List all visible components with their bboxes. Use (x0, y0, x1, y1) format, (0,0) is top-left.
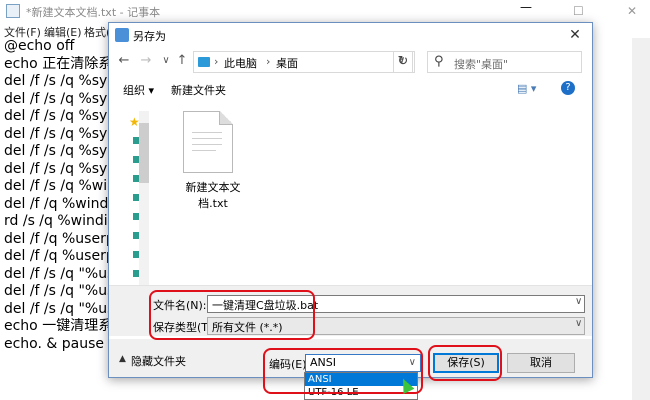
organize-button[interactable]: 组织 ▾ (123, 82, 154, 98)
help-icon[interactable]: ? (561, 81, 575, 95)
close-icon[interactable]: ✕ (564, 25, 586, 45)
dialog-toolbar: 组织 ▾ 新建文件夹 ▤ ▾ ? (109, 79, 592, 101)
forward-icon[interactable]: → (137, 52, 155, 70)
hide-folders-toggle[interactable]: 隐藏文件夹 (131, 353, 186, 369)
notepad-titlebar: *新建文本文档.txt - 记事本 — ☐ ✕ (0, 0, 650, 23)
path-separator: › (266, 55, 271, 68)
filename-panel: 文件名(N): 一键清理C盘垃圾.bat ∨ 保存类型(T): 所有文件 (*.… (109, 285, 592, 336)
close-icon[interactable]: ✕ (627, 4, 637, 18)
save-type-dropdown-icon[interactable]: ∨ (575, 318, 582, 329)
save-type-select[interactable]: 所有文件 (*.*) (207, 317, 585, 335)
filename-label: 文件名(N): (153, 299, 207, 312)
file-name: 新建文本文档.txt (185, 181, 241, 210)
navigation-bar: ← → ∨ ↑ › 此电脑 › 桌面 ∨ ↻ ⚲ 搜索"桌面" (109, 49, 592, 75)
notepad-scrollbar[interactable] (632, 38, 650, 400)
dialog-title: 另存为 (133, 30, 166, 43)
search-box[interactable]: ⚲ 搜索"桌面" (427, 51, 582, 73)
search-placeholder: 搜索"桌面" (454, 58, 509, 71)
collapse-icon[interactable]: ▲ (119, 354, 126, 364)
save-as-icon (115, 28, 129, 42)
search-icon: ⚲ (434, 54, 444, 69)
filename-dropdown-icon[interactable]: ∨ (575, 296, 582, 307)
cancel-button[interactable]: 取消 (507, 353, 575, 373)
save-button[interactable]: 保存(S) (433, 353, 499, 373)
maximize-icon[interactable]: ☐ (573, 4, 584, 18)
notepad-icon (6, 4, 20, 18)
new-folder-button[interactable]: 新建文件夹 (171, 82, 226, 98)
breadcrumb-this-pc[interactable]: 此电脑 (224, 55, 257, 71)
encoding-value: ANSI (310, 356, 336, 369)
save-as-dialog: 另存为 ✕ ← → ∨ ↑ › 此电脑 › 桌面 ∨ ↻ ⚲ 搜索"桌面" 组织… (108, 22, 593, 378)
refresh-icon[interactable]: ↻ (393, 51, 413, 73)
encoding-select[interactable]: ANSI ∨ (305, 354, 421, 372)
minimize-icon[interactable]: — (520, 0, 532, 14)
breadcrumb-desktop[interactable]: 桌面 (276, 55, 298, 71)
navigation-scroll-thumb[interactable] (139, 123, 149, 183)
address-bar[interactable]: › 此电脑 › 桌面 ∨ (193, 51, 415, 73)
notepad-title: *新建文本文档.txt - 记事本 (26, 6, 161, 19)
dialog-titlebar: 另存为 ✕ (109, 23, 592, 47)
encoding-dropdown-icon: ∨ (408, 357, 416, 368)
view-options-icon[interactable]: ▤ ▾ (517, 82, 536, 95)
folder-icon (198, 57, 210, 67)
back-icon[interactable]: ← (115, 52, 133, 70)
up-icon[interactable]: ↑ (173, 52, 191, 70)
path-separator: › (214, 55, 219, 68)
filename-input[interactable]: 一键清理C盘垃圾.bat (207, 295, 585, 313)
text-file-icon (183, 111, 233, 173)
